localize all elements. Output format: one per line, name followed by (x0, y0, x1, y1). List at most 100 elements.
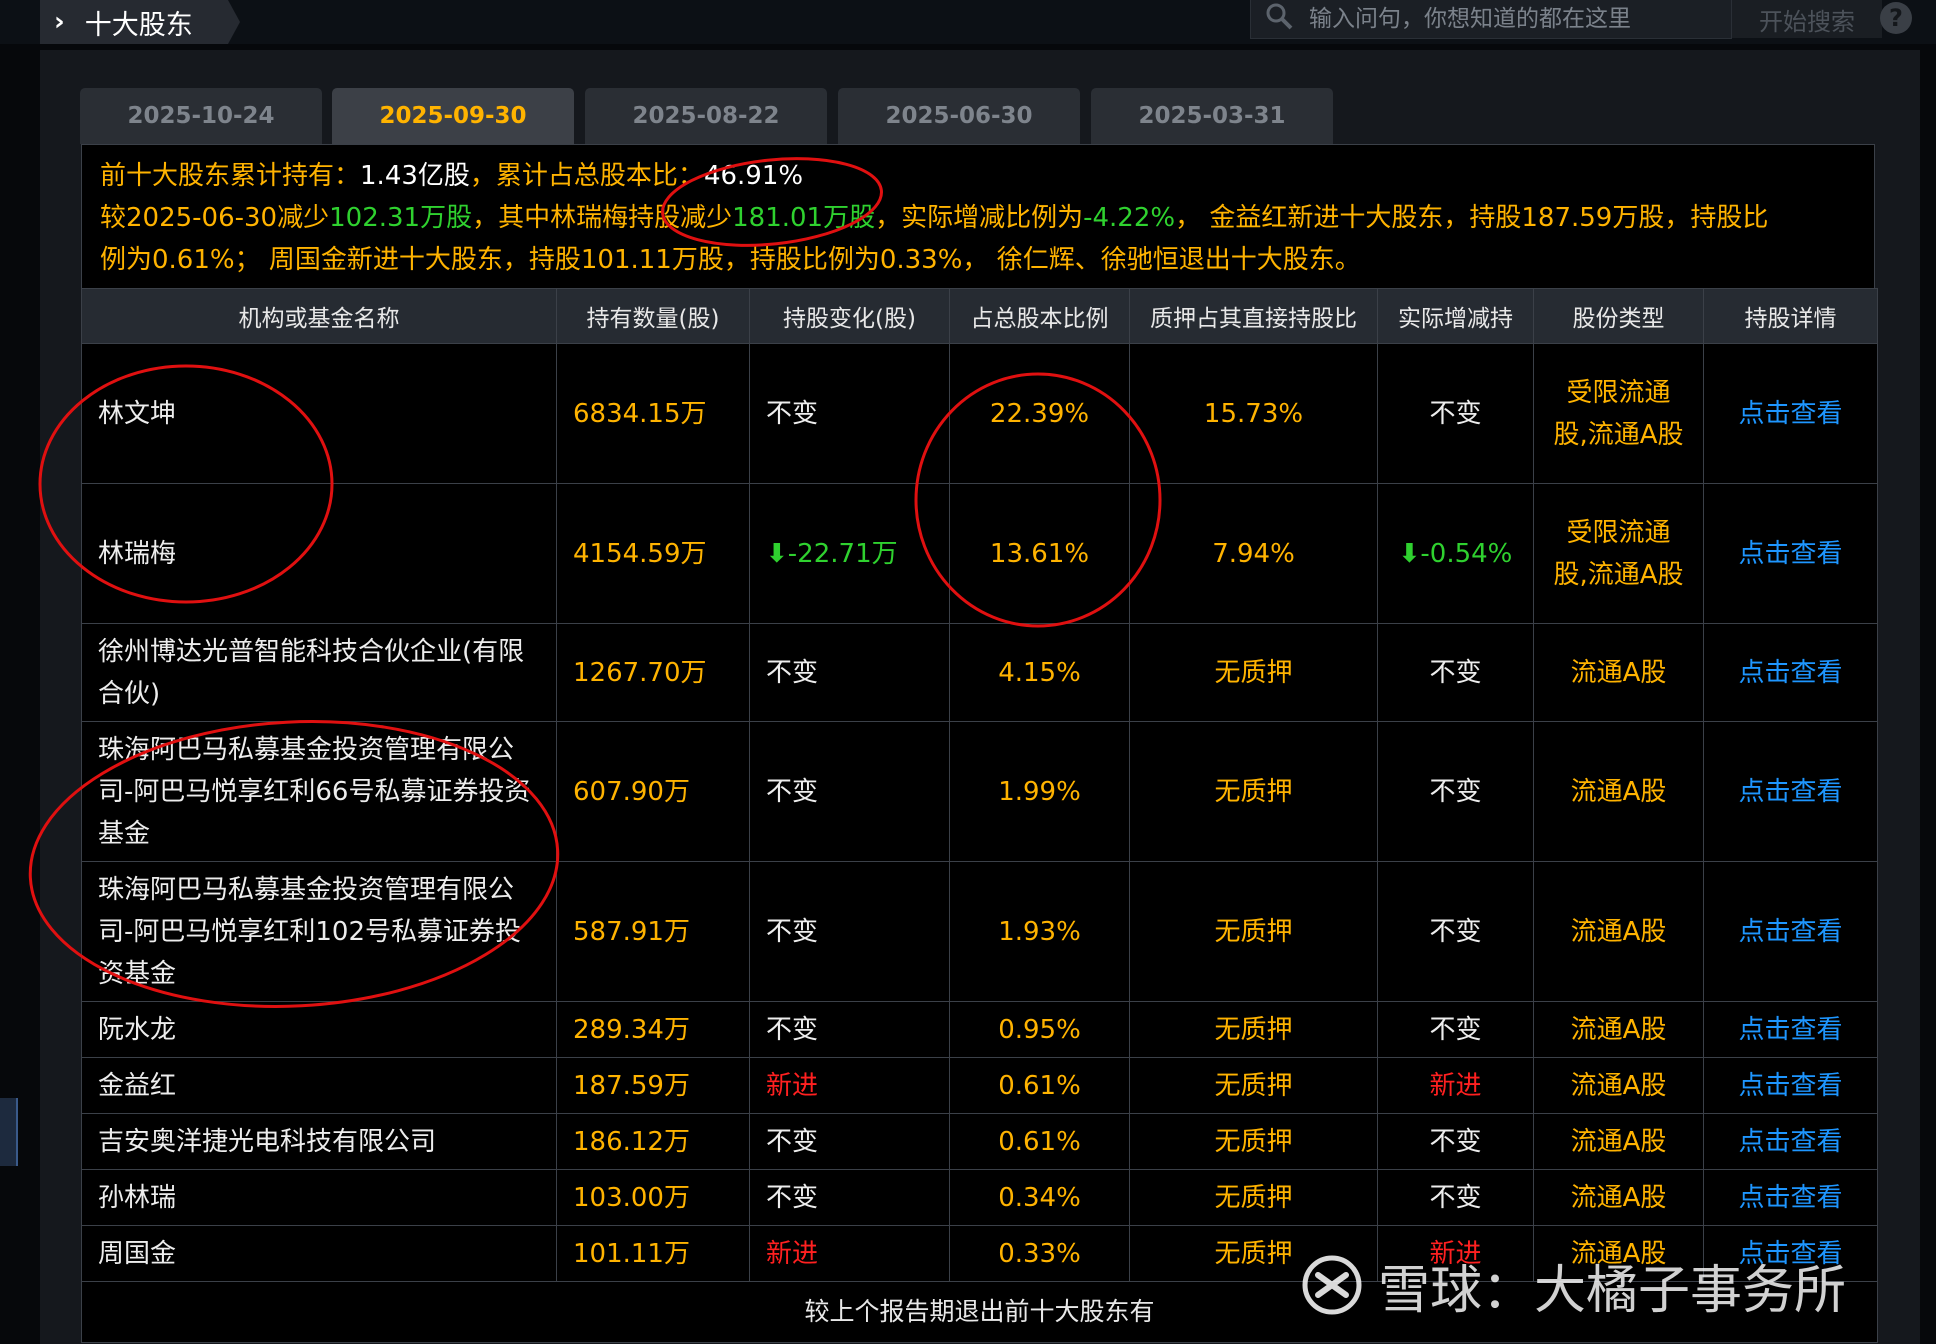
holder-ratio: 0.61% (949, 1057, 1130, 1114)
holder-qty: 607.90万 (556, 721, 750, 862)
chevron-right-icon: › (54, 7, 65, 37)
tab-2025-06-30[interactable]: 2025-06-30 (838, 88, 1080, 144)
summary-total-shares: 1.43亿股 (360, 161, 470, 191)
holder-pledge: 无质押 (1129, 623, 1378, 722)
left-edge-tab[interactable] (0, 1098, 18, 1166)
search-icon (1265, 2, 1293, 37)
holder-share-type: 流通A股 (1533, 1057, 1704, 1114)
summary-line-2: 较2025-06-30减少102.31万股，其中林瑞梅持股减少181.01万股，… (100, 197, 1874, 239)
summary-text: ，实际增减比例为 (875, 203, 1084, 233)
detail-link[interactable]: 点击查看 (1703, 1113, 1878, 1170)
col-header[interactable]: 持股详情 (1703, 288, 1878, 344)
holder-change: 不变 (749, 1113, 950, 1170)
col-header[interactable]: 持股变化(股) (749, 288, 950, 344)
tab-2025-10-24[interactable]: 2025-10-24 (80, 88, 322, 144)
detail-link[interactable]: 点击查看 (1703, 1057, 1878, 1114)
holder-share-type: 受限流通股,流通A股 (1533, 483, 1704, 624)
holder-pledge: 无质押 (1129, 1057, 1378, 1114)
holder-name: 孙林瑞 (81, 1169, 557, 1226)
holder-name: 珠海阿巴马私募基金投资管理有限公司-阿巴马悦享红利102号私募证券投资基金 (81, 861, 557, 1002)
detail-link[interactable]: 点击查看 (1703, 1169, 1878, 1226)
table-row: 孙林瑞 103.00万 不变 0.34% 无质押 不变 流通A股 点击查看 (81, 1169, 1878, 1226)
detail-link[interactable]: 点击查看 (1703, 1001, 1878, 1058)
holder-share-type: 流通A股 (1533, 1113, 1704, 1170)
watermark-text: 雪球：大橘子事务所 (1378, 1260, 1847, 1321)
holder-name: 珠海阿巴马私募基金投资管理有限公司-阿巴马悦享红利66号私募证券投资基金 (81, 721, 557, 862)
col-header[interactable]: 持有数量(股) (556, 288, 750, 344)
xueqiu-logo-icon (1302, 1255, 1362, 1315)
shareholders-table: 机构或基金名称 持有数量(股) 持股变化(股) 占总股本比例 质押占其直接持股比… (81, 288, 1878, 1343)
detail-link[interactable]: 点击查看 (1703, 861, 1878, 1002)
holder-ratio: 0.61% (949, 1113, 1130, 1170)
holder-actual-change: 新进 (1377, 1057, 1534, 1114)
holder-pledge: 无质押 (1129, 1001, 1378, 1058)
holder-actual-change: 不变 (1377, 1169, 1534, 1226)
section-title-tab: › 十大股东 (40, 0, 240, 44)
col-header[interactable]: 实际增减持 (1377, 288, 1534, 344)
holder-name: 金益红 (81, 1057, 557, 1114)
holder-change: 不变 (749, 861, 950, 1002)
search-button[interactable]: 开始搜索 (1732, 0, 1882, 38)
holder-change-cell: ⬇-22.71万 (749, 483, 950, 624)
arrow-down-icon: ⬇ (766, 538, 788, 569)
holder-change: 不变 (749, 623, 950, 722)
tab-2025-08-22[interactable]: 2025-08-22 (585, 88, 827, 144)
holder-share-type: 流通A股 (1533, 623, 1704, 722)
detail-link[interactable]: 点击查看 (1703, 483, 1878, 624)
table-header-row: 机构或基金名称 持有数量(股) 持股变化(股) 占总股本比例 质押占其直接持股比… (81, 288, 1878, 344)
summary-linruimei-decrease: 181.01万股 (732, 203, 876, 233)
col-header[interactable]: 质押占其直接持股比 (1129, 288, 1378, 344)
summary-label-total: 前十大股东累计持有： (100, 161, 361, 191)
holder-actual-change-cell: ⬇-0.54% (1377, 483, 1534, 624)
summary-text: ，其中林瑞梅持股减少 (472, 203, 733, 233)
search-icon-svg (1266, 3, 1293, 29)
search-box[interactable] (1250, 0, 1732, 39)
col-header[interactable]: 占总股本比例 (949, 288, 1130, 344)
holder-name: 周国金 (81, 1225, 557, 1282)
holder-pledge: 7.94% (1129, 483, 1378, 624)
arrow-down-icon: ⬇ (1398, 538, 1421, 569)
tab-2025-09-30[interactable]: 2025-09-30 (332, 88, 574, 144)
col-header[interactable]: 机构或基金名称 (81, 288, 557, 344)
table-row: 徐州博达光普智能科技合伙企业(有限合伙) 1267.70万 不变 4.15% 无… (81, 623, 1878, 722)
summary-line-3: 例为0.61%； 周国金新进十大股东，持股101.11万股，持股比例为0.33%… (100, 245, 1361, 275)
holder-pledge: 无质押 (1129, 1113, 1378, 1170)
holder-name: 徐州博达光普智能科技合伙企业(有限合伙) (81, 623, 557, 722)
detail-link[interactable]: 点击查看 (1703, 623, 1878, 722)
holder-ratio: 4.15% (949, 623, 1130, 722)
holder-ratio: 0.95% (949, 1001, 1130, 1058)
holder-pledge: 无质押 (1129, 721, 1378, 862)
holder-qty: 289.34万 (556, 1001, 750, 1058)
holder-change: 不变 (749, 1001, 950, 1058)
holder-change: 新进 (749, 1225, 950, 1282)
watermark: 雪球：大橘子事务所 (1300, 1250, 1847, 1321)
holder-actual-change: 不变 (1377, 861, 1534, 1002)
search-input[interactable] (1307, 5, 1711, 33)
holder-actual-change: -0.54% (1420, 538, 1513, 569)
summary-actual-ratio: -4.22% (1083, 203, 1176, 233)
detail-link[interactable]: 点击查看 (1703, 721, 1878, 862)
top-header-bar: › 十大股东 开始搜索 ? (0, 0, 1936, 44)
table-row: 金益红 187.59万 新进 0.61% 无质押 新进 流通A股 点击查看 (81, 1057, 1878, 1114)
tab-2025-03-31[interactable]: 2025-03-31 (1091, 88, 1333, 144)
holder-name: 阮水龙 (81, 1001, 557, 1058)
holder-change: 不变 (749, 343, 950, 484)
detail-link[interactable]: 点击查看 (1703, 343, 1878, 484)
holder-qty: 101.11万 (556, 1225, 750, 1282)
summary-total-ratio: 46.91% (703, 161, 804, 191)
holder-actual-change: 不变 (1377, 343, 1534, 484)
holder-actual-change: 不变 (1377, 1113, 1534, 1170)
holder-share-type: 流通A股 (1533, 721, 1704, 862)
summary-decrease-shares: 102.31万股 (329, 203, 473, 233)
holder-ratio: 0.34% (949, 1169, 1130, 1226)
holder-share-type: 受限流通股,流通A股 (1533, 343, 1704, 484)
help-icon[interactable]: ? (1880, 2, 1912, 34)
holder-change: 不变 (749, 1169, 950, 1226)
holder-share-type: 流通A股 (1533, 1169, 1704, 1226)
holder-actual-change: 不变 (1377, 1001, 1534, 1058)
holder-qty: 587.91万 (556, 861, 750, 1002)
col-header[interactable]: 股份类型 (1533, 288, 1704, 344)
holder-qty: 1267.70万 (556, 623, 750, 722)
holder-share-type: 流通A股 (1533, 1001, 1704, 1058)
table-row: 林文坤 6834.15万 不变 22.39% 15.73% 不变 受限流通股,流… (81, 343, 1878, 484)
